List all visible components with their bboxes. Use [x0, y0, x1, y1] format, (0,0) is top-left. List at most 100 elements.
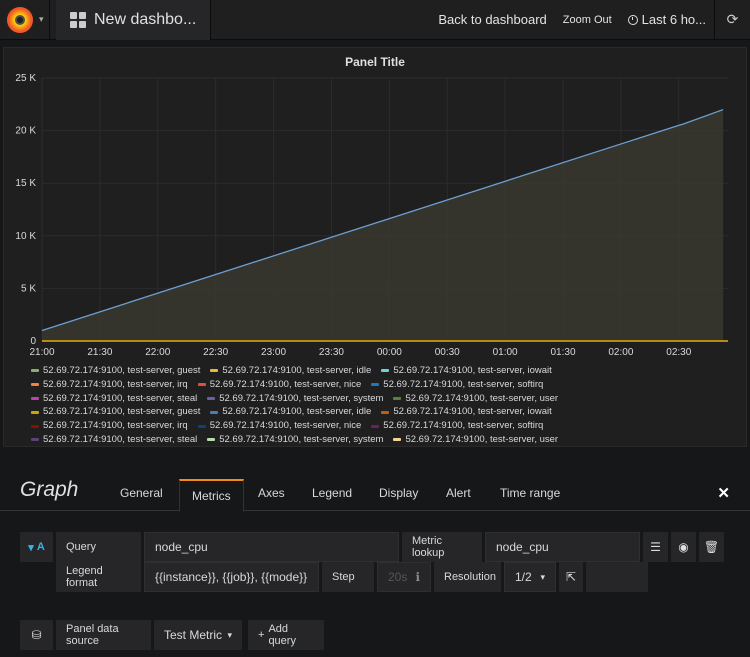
legend-item[interactable]: 52.69.72.174:9100, test-server, steal [31, 392, 197, 406]
legend-item[interactable]: 52.69.72.174:9100, test-server, iowait [381, 405, 552, 419]
legend-item[interactable]: 52.69.72.174:9100, test-server, guest [31, 364, 200, 378]
graph-legend: 52.69.72.174:9100, test-server, guest 52.… [31, 364, 741, 447]
query-input[interactable]: node_cpu [144, 532, 399, 562]
legend-swatch[interactable] [31, 383, 39, 387]
caret-down-icon: ▾ [39, 14, 44, 24]
legend-swatch[interactable] [381, 410, 390, 414]
refresh-button[interactable]: ⟳ [714, 0, 750, 40]
legend-label[interactable]: 52.69.72.174:9100, test-server, steal [43, 392, 197, 406]
legend-swatch[interactable] [210, 369, 219, 373]
tab-display[interactable]: Display [379, 486, 418, 500]
legend-label[interactable]: 52.69.72.174:9100, test-server, user [405, 433, 558, 447]
legend-swatch[interactable] [197, 424, 206, 428]
legend-item[interactable]: 52.69.72.174:9100, test-server, idle [210, 405, 371, 419]
tab-legend[interactable]: Legend [312, 486, 352, 500]
legend-item[interactable]: 52.69.72.174:9100, test-server, softirq [371, 378, 543, 392]
legend-label[interactable]: 52.69.72.174:9100, test-server, iowait [393, 405, 551, 419]
legend-item[interactable]: 52.69.72.174:9100, test-server, irq [31, 419, 188, 433]
tab-axes[interactable]: Axes [258, 486, 285, 500]
legend-swatch[interactable] [371, 383, 380, 387]
legend-swatch[interactable] [393, 438, 402, 442]
legend-swatch[interactable] [207, 396, 216, 400]
legend-label[interactable]: 52.69.72.174:9100, test-server, irq [43, 419, 188, 433]
legend-swatch[interactable] [207, 438, 216, 442]
dashboard-picker[interactable]: New dashbo... [56, 0, 212, 40]
graph-chart[interactable]: 25 K 20 K 15 K 10 K 5 K 021:00 21:30 22:00 22:30… [4, 48, 748, 364]
legend-row: 52.69.72.174:9100, test-server, guest 52.… [31, 364, 741, 378]
legend-item[interactable]: 52.69.72.174:9100, test-server, softirq [371, 419, 543, 433]
legend-label[interactable]: 52.69.72.174:9100, test-server, guest [43, 364, 200, 378]
legend-item[interactable]: 52.69.72.174:9100, test-server, user [393, 433, 558, 447]
tab-alert[interactable]: Alert [446, 486, 471, 500]
external-link-button[interactable]: ⇱ [559, 562, 583, 592]
legend-swatch[interactable] [210, 410, 219, 414]
query-ref-id: A [36, 541, 45, 553]
tab-time-range[interactable]: Time range [500, 486, 560, 500]
panel-editor: Graph General Metrics Axes Legend Displa… [0, 452, 750, 657]
top-navbar: ▾ New dashbo... Back to dashboard Zoom O… [0, 0, 750, 40]
legend-swatch[interactable] [381, 369, 390, 373]
resolution-label: Resolution [434, 562, 501, 592]
legend-item[interactable]: 52.69.72.174:9100, test-server, irq [31, 378, 188, 392]
resolution-value: 1/2 [515, 570, 532, 584]
legend-item[interactable]: 52.69.72.174:9100, test-server, user [393, 392, 558, 406]
legend-swatch[interactable] [31, 424, 39, 428]
legend-item[interactable]: 52.69.72.174:9100, test-server, iowait [381, 364, 552, 378]
legend-item[interactable]: 52.69.72.174:9100, test-server, idle [210, 364, 371, 378]
time-range-label: Last 6 ho... [641, 12, 706, 27]
legend-swatch[interactable] [31, 369, 39, 373]
legend-label[interactable]: 52.69.72.174:9100, test-server, softirq [383, 378, 543, 392]
legend-label[interactable]: 52.69.72.174:9100, test-server, iowait [393, 364, 551, 378]
delete-query-button[interactable]: 🗑 [699, 532, 724, 562]
legend-swatch[interactable] [197, 383, 206, 387]
legend-item[interactable]: 52.69.72.174:9100, test-server, steal [31, 433, 197, 447]
legend-label[interactable]: 52.69.72.174:9100, test-server, idle [222, 364, 371, 378]
time-picker-button[interactable]: Last 6 ho... [620, 12, 714, 27]
x-tick-label: 00:30 [435, 347, 460, 358]
legend-item[interactable]: 52.69.72.174:9100, test-server, nice [197, 419, 362, 433]
legend-row: 52.69.72.174:9100, test-server, irq 52.69… [31, 378, 741, 392]
legend-swatch[interactable] [371, 424, 380, 428]
legend-item[interactable]: 52.69.72.174:9100, test-server, system [207, 433, 383, 447]
legend-label[interactable]: 52.69.72.174:9100, test-server, user [405, 392, 558, 406]
legend-row: 52.69.72.174:9100, test-server, irq 52.69… [31, 419, 741, 433]
legend-label[interactable]: 52.69.72.174:9100, test-server, irq [43, 378, 188, 392]
tab-general[interactable]: General [120, 486, 163, 500]
legend-item[interactable]: 52.69.72.174:9100, test-server, system [207, 392, 383, 406]
resolution-select[interactable]: 1/2 ▾ [504, 562, 556, 592]
legend-label[interactable]: 52.69.72.174:9100, test-server, steal [43, 433, 197, 447]
legend-item[interactable]: 52.69.72.174:9100, test-server, guest [31, 405, 200, 419]
query-menu-button[interactable]: ☰ [643, 532, 668, 562]
legend-label[interactable]: 52.69.72.174:9100, test-server, nice [210, 378, 362, 392]
x-tick-label: 22:30 [203, 347, 228, 358]
legend-label[interactable]: 52.69.72.174:9100, test-server, system [219, 433, 383, 447]
datasource-select[interactable]: Test Metric ▾ [154, 620, 242, 650]
back-to-dashboard-button[interactable]: Back to dashboard [430, 12, 554, 27]
legend-label[interactable]: 52.69.72.174:9100, test-server, nice [210, 419, 362, 433]
legend-label[interactable]: 52.69.72.174:9100, test-server, guest [43, 405, 200, 419]
legend-swatch[interactable] [393, 396, 402, 400]
close-editor-icon[interactable]: ✕ [717, 484, 730, 502]
zoom-out-button[interactable]: Zoom Out [555, 14, 620, 26]
legend-format-input[interactable]: {{instance}}, {{job}}, {{mode}} [144, 562, 319, 592]
legend-swatch[interactable] [31, 410, 39, 414]
datasource-value: Test Metric [164, 628, 223, 642]
grafana-menu-button[interactable]: ▾ [0, 0, 50, 40]
step-input[interactable]: 20s ℹ [377, 562, 431, 592]
legend-label[interactable]: 52.69.72.174:9100, test-server, system [219, 392, 383, 406]
y-tick-label: 5 K [21, 283, 36, 294]
metric-lookup-input[interactable]: node_cpu [485, 532, 640, 562]
legend-label[interactable]: 52.69.72.174:9100, test-server, idle [222, 405, 371, 419]
tab-metrics[interactable]: Metrics [179, 479, 244, 512]
legend-label[interactable]: 52.69.72.174:9100, test-server, softirq [383, 419, 543, 433]
legend-swatch[interactable] [31, 438, 39, 442]
panel-data-source-label: Panel data source [56, 620, 151, 650]
plus-icon: + [258, 629, 265, 641]
legend-swatch[interactable] [31, 396, 39, 400]
legend-item[interactable]: 52.69.72.174:9100, test-server, nice [197, 378, 362, 392]
dashboard-title[interactable]: New dashbo... [94, 11, 196, 29]
y-tick-label: 25 K [15, 73, 36, 84]
query-collapse-toggle[interactable]: ▾ A [20, 532, 53, 562]
toggle-visibility-button[interactable]: ◉ [671, 532, 696, 562]
add-query-button[interactable]: + Add query [248, 620, 324, 650]
